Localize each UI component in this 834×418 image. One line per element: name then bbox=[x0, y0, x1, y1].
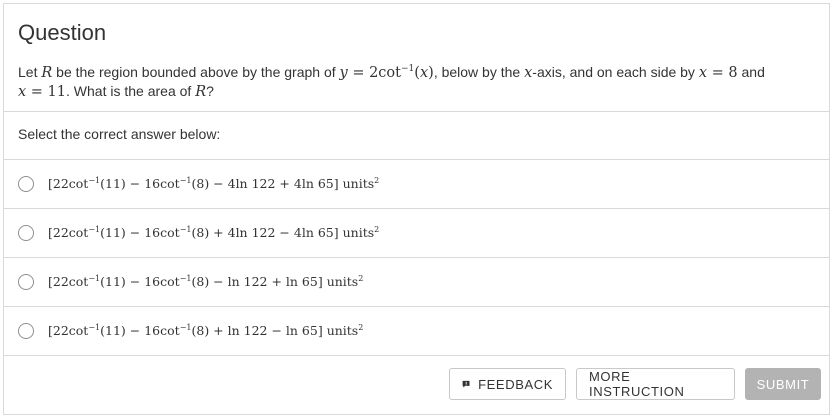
option-text: [22cot−1(11) − 16cot−1(8) − 4ln 122 + 4l… bbox=[48, 176, 380, 192]
radio-button[interactable] bbox=[18, 225, 34, 241]
radio-button[interactable] bbox=[18, 176, 34, 192]
option-text: [22cot−1(11) − 16cot−1(8) + ln 122 − ln … bbox=[48, 323, 364, 339]
answer-option-2[interactable]: [22cot−1(11) − 16cot−1(8) + 4ln 122 − 4l… bbox=[4, 209, 829, 258]
answer-option-4[interactable]: [22cot−1(11) − 16cot−1(8) + ln 122 − ln … bbox=[4, 307, 829, 356]
feedback-icon bbox=[462, 380, 470, 388]
more-instruction-button[interactable]: MORE INSTRUCTION bbox=[576, 368, 735, 400]
feedback-button[interactable]: FEEDBACK bbox=[449, 368, 566, 400]
action-bar: FEEDBACK MORE INSTRUCTION SUBMIT bbox=[449, 368, 821, 400]
answer-option-1[interactable]: [22cot−1(11) − 16cot−1(8) − 4ln 122 + 4l… bbox=[4, 160, 829, 209]
select-prompt: Select the correct answer below: bbox=[4, 112, 829, 160]
question-card: Question Let R be the region bounded abo… bbox=[3, 3, 830, 415]
answer-option-3[interactable]: [22cot−1(11) − 16cot−1(8) − ln 122 + ln … bbox=[4, 258, 829, 307]
question-title: Question bbox=[18, 20, 107, 45]
question-text: Let R be the region bounded above by the… bbox=[18, 63, 765, 100]
question-header: Question Let R be the region bounded abo… bbox=[4, 4, 829, 112]
option-text: [22cot−1(11) − 16cot−1(8) + 4ln 122 − 4l… bbox=[48, 225, 380, 241]
more-instruction-label: MORE INSTRUCTION bbox=[589, 369, 685, 399]
radio-button[interactable] bbox=[18, 323, 34, 339]
submit-button[interactable]: SUBMIT bbox=[745, 368, 821, 400]
radio-button[interactable] bbox=[18, 274, 34, 290]
option-text: [22cot−1(11) − 16cot−1(8) − ln 122 + ln … bbox=[48, 274, 364, 290]
submit-label: SUBMIT bbox=[756, 376, 810, 392]
feedback-label: FEEDBACK bbox=[478, 376, 553, 392]
